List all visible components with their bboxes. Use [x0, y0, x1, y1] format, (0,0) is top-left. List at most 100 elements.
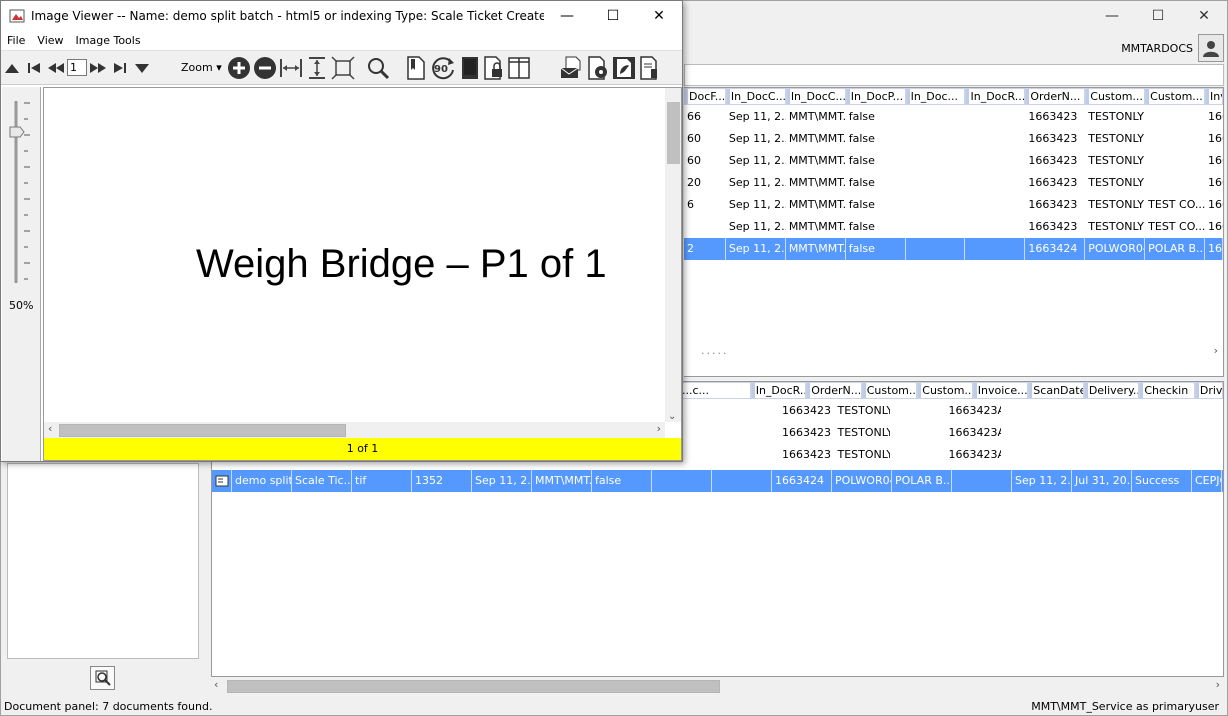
page-lock-icon[interactable] — [483, 54, 505, 82]
table-row[interactable]: 1663423 TESTONLY 1663423A — [767, 422, 1223, 444]
canvas-scroll-left-icon[interactable]: ‹ — [48, 422, 52, 435]
table-cell — [952, 470, 1012, 492]
document-settings-icon[interactable] — [586, 54, 610, 82]
table-row[interactable]: 60 Sep 11, 2...MMT\MMT...false 1663423 TEST… — [684, 150, 1223, 172]
columns-icon[interactable] — [507, 54, 531, 82]
column-header[interactable]: Inv — [1205, 88, 1223, 105]
column-header[interactable]: In_DocP... — [845, 88, 906, 105]
zoom-in-icon[interactable] — [227, 54, 251, 82]
table-cell — [965, 106, 1025, 128]
table-cell: 1663424 — [1025, 238, 1086, 260]
table-row[interactable]: 20 Sep 11, 2...MMT\MMT...false 1663423 TEST… — [684, 172, 1223, 194]
table-row[interactable]: 2Sep 11, 2...MMT\MMT...false 1663424POLWO… — [684, 238, 1223, 260]
hscroll-thumb[interactable] — [59, 424, 346, 437]
table-row[interactable]: 66 Sep 11, 2...MMT\MMT...false 1663423 TEST… — [684, 106, 1223, 128]
page-black-icon[interactable] — [459, 54, 481, 82]
column-header[interactable]: In_DocR... — [750, 382, 807, 399]
viewer-title-bar[interactable]: Image Viewer -- Name: demo split batch -… — [1, 1, 682, 31]
table-row[interactable]: Sep 11, 2...MMT\MMT...false 1663423 TESTON… — [684, 216, 1223, 238]
zoom-out-icon[interactable] — [253, 54, 277, 82]
zoom-slider[interactable] — [4, 97, 40, 297]
column-header[interactable]: In_DocC... — [725, 88, 786, 105]
column-header[interactable]: In_DocR... — [965, 88, 1026, 105]
column-header[interactable]: Invoice... — [972, 382, 1029, 399]
table-row-selected[interactable]: demo split...Scale Tic...tif1352Sep 11, … — [212, 470, 1223, 492]
maximize-icon[interactable]: ☐ — [1135, 1, 1181, 31]
table-row[interactable]: 1663423 TESTONLY 1663423A — [767, 400, 1223, 422]
fit-width-icon[interactable] — [279, 54, 303, 82]
last-page-icon[interactable] — [110, 54, 130, 82]
document-fields-table[interactable]: DocF... In_DocC... In_DocC... In_DocP... In_… — [684, 87, 1224, 377]
scrollbar-thumb[interactable] — [227, 680, 720, 693]
scroll-right-arrow[interactable]: › — [684, 344, 1222, 360]
magnifier-icon[interactable] — [366, 54, 390, 82]
table-cell: Sep 11, 2... — [728, 220, 786, 233]
rotate-90-icon[interactable]: 90 — [429, 54, 457, 82]
table-row[interactable]: 60 Sep 11, 2...MMT\MMT...false 1663423 TEST… — [684, 128, 1223, 150]
document-stamp-icon[interactable] — [612, 54, 636, 82]
page-number-input[interactable] — [67, 59, 87, 76]
table-cell — [1168, 422, 1224, 444]
table-row[interactable]: 1663423 TESTONLY 1663423A — [767, 444, 1223, 466]
document-page-icon[interactable] — [405, 54, 427, 82]
documents-hscrollbar[interactable]: ‹ › — [211, 678, 1224, 694]
viewer-minimize-icon[interactable]: — — [544, 1, 590, 31]
email-document-icon[interactable] — [560, 54, 584, 82]
column-header[interactable]: DocF... — [684, 88, 726, 105]
table-row[interactable]: 6 Sep 11, 2...MMT\MMT...false 1663423 TESTO… — [684, 194, 1223, 216]
column-header[interactable]: In_Doc... — [905, 88, 966, 105]
user-avatar-icon[interactable] — [1198, 34, 1224, 62]
table-cell — [890, 444, 946, 466]
status-text: Document panel: 7 documents found. — [4, 700, 213, 713]
column-header[interactable]: ScanDate — [1028, 382, 1084, 399]
search-button[interactable] — [90, 666, 115, 690]
viewer-maximize-icon[interactable]: ☐ — [590, 1, 636, 31]
canvas-vscrollbar[interactable]: ⌄ — [665, 88, 681, 422]
menu-file[interactable]: File — [1, 34, 31, 47]
column-header[interactable]: Drive — [1194, 382, 1223, 399]
triangle-down-icon[interactable] — [132, 54, 152, 82]
previous-page-icon[interactable] — [46, 54, 66, 82]
table-cell: 166 — [1205, 238, 1223, 260]
table-cell: 1663423A — [948, 448, 1002, 461]
table-cell: false — [848, 198, 875, 211]
next-page-icon[interactable] — [88, 54, 108, 82]
app-icon — [9, 9, 25, 23]
close-icon[interactable]: ✕ — [1181, 1, 1227, 31]
table-cell: 166 — [1208, 110, 1223, 123]
scroll-right-arrow-icon[interactable]: › — [1216, 678, 1220, 691]
minimize-icon[interactable]: — — [1089, 1, 1135, 31]
table-cell — [906, 106, 966, 128]
table-cell: TESTONLY — [1088, 110, 1144, 123]
canvas-scroll-right-icon[interactable]: › — [657, 422, 661, 435]
table-cell — [965, 216, 1025, 238]
column-header[interactable]: ...c... — [677, 382, 751, 399]
menu-image-tools[interactable]: Image Tools — [70, 34, 147, 47]
document-canvas[interactable]: Weigh Bridge – P1 of 1 ⌄ ‹ › 1 of 1 — [43, 87, 682, 461]
splitter-handle[interactable]: ..... — [701, 344, 728, 357]
scroll-down-arrow-icon[interactable]: ⌄ — [668, 411, 676, 422]
document-edit-icon[interactable] — [638, 54, 662, 82]
zoom-dropdown[interactable]: Zoom ▾ — [181, 61, 222, 74]
column-header[interactable]: Delivery... — [1083, 382, 1140, 399]
first-page-icon[interactable] — [24, 54, 44, 82]
table-cell — [1145, 150, 1205, 172]
canvas-hscrollbar[interactable]: ‹ › — [44, 422, 665, 438]
column-header[interactable]: Checkin — [1139, 382, 1195, 399]
filter-strip[interactable] — [684, 64, 1224, 86]
scroll-left-arrow-icon[interactable]: ‹ — [214, 678, 218, 691]
triangle-up-icon[interactable] — [2, 54, 22, 82]
vscroll-thumb[interactable] — [667, 102, 680, 164]
column-header[interactable]: OrderN... — [1025, 88, 1086, 105]
viewer-close-icon[interactable]: ✕ — [636, 1, 682, 31]
column-header[interactable]: OrderN... — [806, 382, 862, 399]
column-header[interactable]: Custom... — [1145, 88, 1206, 105]
column-header[interactable]: Custom... — [1085, 88, 1146, 105]
table-cell — [1168, 400, 1224, 422]
column-header[interactable]: In_DocC... — [785, 88, 846, 105]
fit-page-icon[interactable] — [331, 54, 355, 82]
fit-height-icon[interactable] — [305, 54, 329, 82]
menu-view[interactable]: View — [31, 34, 69, 47]
column-header[interactable]: Custom... — [861, 382, 918, 399]
column-header[interactable]: Custom... — [917, 382, 973, 399]
